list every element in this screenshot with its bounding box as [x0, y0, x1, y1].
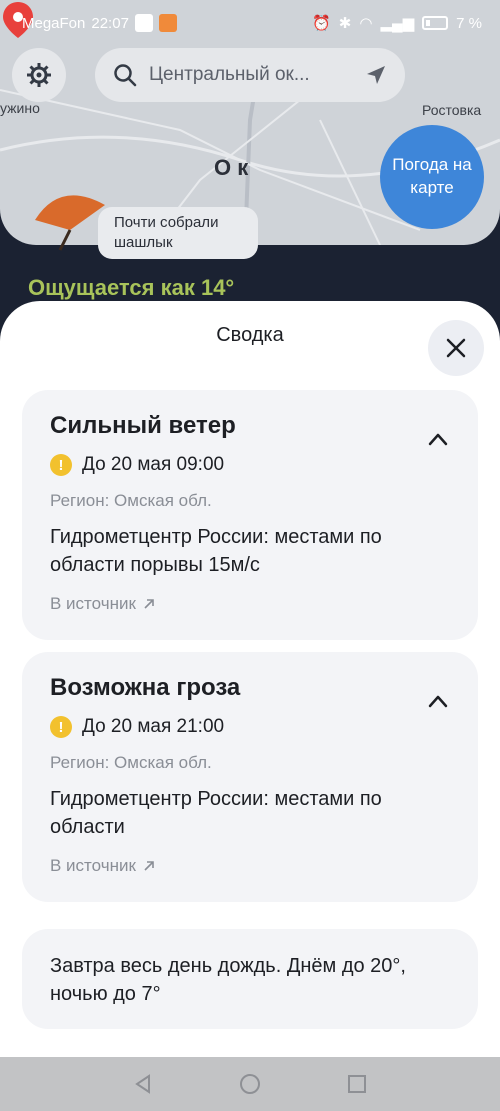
location-search-bar[interactable]: Центральный ок... — [95, 48, 405, 102]
location-arrow-icon[interactable] — [365, 64, 387, 86]
map-label-rostovka: Ростовка — [422, 102, 482, 118]
recents-button[interactable] — [345, 1072, 369, 1096]
weather-on-map-button[interactable]: Погода на карте — [380, 125, 484, 229]
map-label-city: О к — [214, 155, 249, 180]
alert-until-text: До 20 мая 21:00 — [82, 716, 225, 737]
close-button[interactable] — [428, 320, 484, 376]
close-icon — [446, 338, 466, 358]
external-link-icon — [144, 861, 154, 871]
settings-button[interactable] — [12, 48, 66, 102]
alert-card-storm[interactable]: Возможна гроза ! До 20 мая 21:00 Регион:… — [22, 652, 478, 902]
alert-title: Сильный ветер — [50, 412, 236, 439]
alert-validity: ! До 20 мая 09:00 — [50, 454, 224, 476]
search-location-text: Центральный ок... — [149, 64, 310, 85]
source-link[interactable]: В источник — [50, 856, 156, 876]
forecast-card[interactable]: Завтра весь день дождь. Днём до 20°, ноч… — [22, 929, 478, 1029]
battery-icon — [422, 16, 449, 30]
mascot-speech-bubble: Почти собрали шашлык — [98, 207, 258, 259]
warning-icon: ! — [50, 454, 72, 476]
source-link-label[interactable]: В источник — [50, 856, 136, 876]
alert-description: Гидрометцентр России: местами по области… — [50, 526, 382, 576]
alert-region: Регион: Омская обл. — [50, 491, 212, 510]
alert-until-text: До 20 мая 09:00 — [82, 454, 225, 475]
alert-region: Регион: Омская обл. — [50, 753, 212, 772]
chevron-up-icon[interactable] — [428, 432, 448, 446]
back-icon — [135, 1074, 151, 1094]
alarm-icon: ⏰ — [312, 15, 331, 32]
summary-sheet: Сводка Сильный ветер ! До 20 мая 09:00 Р… — [0, 301, 500, 1057]
alert-title: Возможна гроза — [50, 674, 241, 701]
home-icon — [239, 1074, 260, 1094]
external-link-icon — [144, 599, 154, 609]
sheet-title: Сводка — [216, 324, 284, 346]
signal-icon: ▂▄▆ — [380, 15, 415, 32]
system-nav-bar — [0, 1057, 500, 1111]
source-link[interactable]: В источник — [50, 594, 156, 614]
search-icon — [114, 64, 137, 87]
alert-card-wind[interactable]: Сильный ветер ! До 20 мая 09:00 Регион: … — [22, 390, 478, 640]
status-bar: MegaFon 22:07 ⏰ ✱ ◠ ▂▄▆ 7 % — [0, 0, 500, 46]
carrier-name: MegaFon — [22, 14, 86, 32]
clock: 22:07 — [91, 14, 129, 32]
warning-icon: ! — [50, 716, 72, 738]
gear-icon — [27, 63, 51, 87]
source-link-label[interactable]: В источник — [50, 594, 136, 614]
alert-description: Гидрометцентр России: местами по области — [50, 788, 382, 838]
alert-validity: ! До 20 мая 21:00 — [50, 716, 224, 738]
bluetooth-icon: ✱ — [338, 15, 352, 32]
home-button[interactable] — [238, 1072, 262, 1096]
map-label-left: ужино — [0, 100, 40, 116]
battery-percent: 7 % — [456, 14, 482, 32]
forecast-text: Завтра весь день дождь. Днём до 20°, ноч… — [50, 955, 406, 1005]
wifi-icon: ◠ — [359, 15, 373, 32]
chevron-up-icon[interactable] — [428, 694, 448, 708]
feels-like-text: Ощущается как 14° — [28, 275, 235, 300]
recents-icon — [347, 1075, 366, 1093]
back-button[interactable] — [131, 1072, 155, 1096]
app-notification-icon — [158, 14, 177, 32]
settings-notification-icon — [134, 14, 153, 32]
